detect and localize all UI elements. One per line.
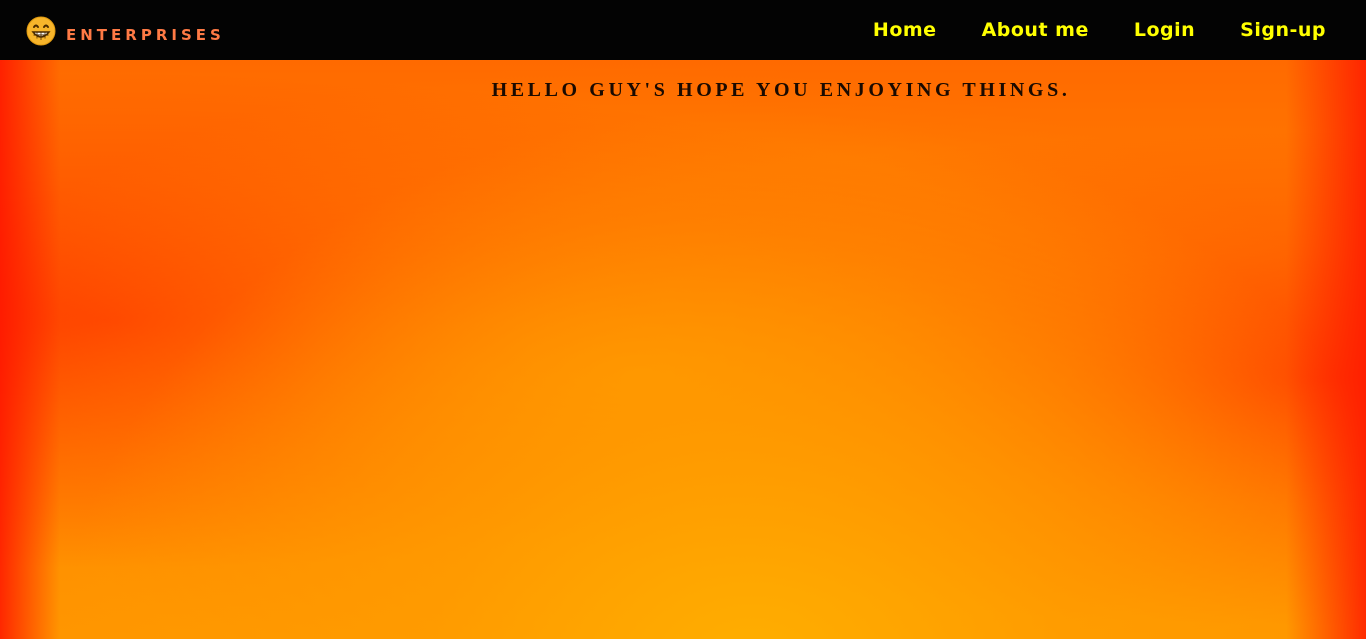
brand-name: ENTERPRISES bbox=[66, 26, 225, 44]
nav-about-me-link[interactable]: About me bbox=[982, 19, 1089, 41]
grinning-face-icon bbox=[26, 16, 56, 46]
hero-background-left-shade bbox=[0, 60, 60, 639]
nav-sign-up-link[interactable]: Sign-up bbox=[1240, 19, 1326, 41]
hero-section: HELLO GUY'S HOPE YOU ENJOYING THINGS. bbox=[0, 60, 1366, 639]
hero-heading: HELLO GUY'S HOPE YOU ENJOYING THINGS. bbox=[491, 79, 1071, 101]
page: ENTERPRISES Home About me Login Sign-up … bbox=[0, 0, 1366, 639]
brand[interactable]: ENTERPRISES bbox=[26, 16, 225, 46]
nav-login-link[interactable]: Login bbox=[1134, 19, 1195, 41]
hero-background-right-shade bbox=[1286, 60, 1366, 639]
top-navbar: ENTERPRISES Home About me Login Sign-up bbox=[0, 0, 1366, 60]
nav-links: Home About me Login Sign-up bbox=[828, 19, 1326, 41]
nav-home-link[interactable]: Home bbox=[873, 19, 937, 41]
